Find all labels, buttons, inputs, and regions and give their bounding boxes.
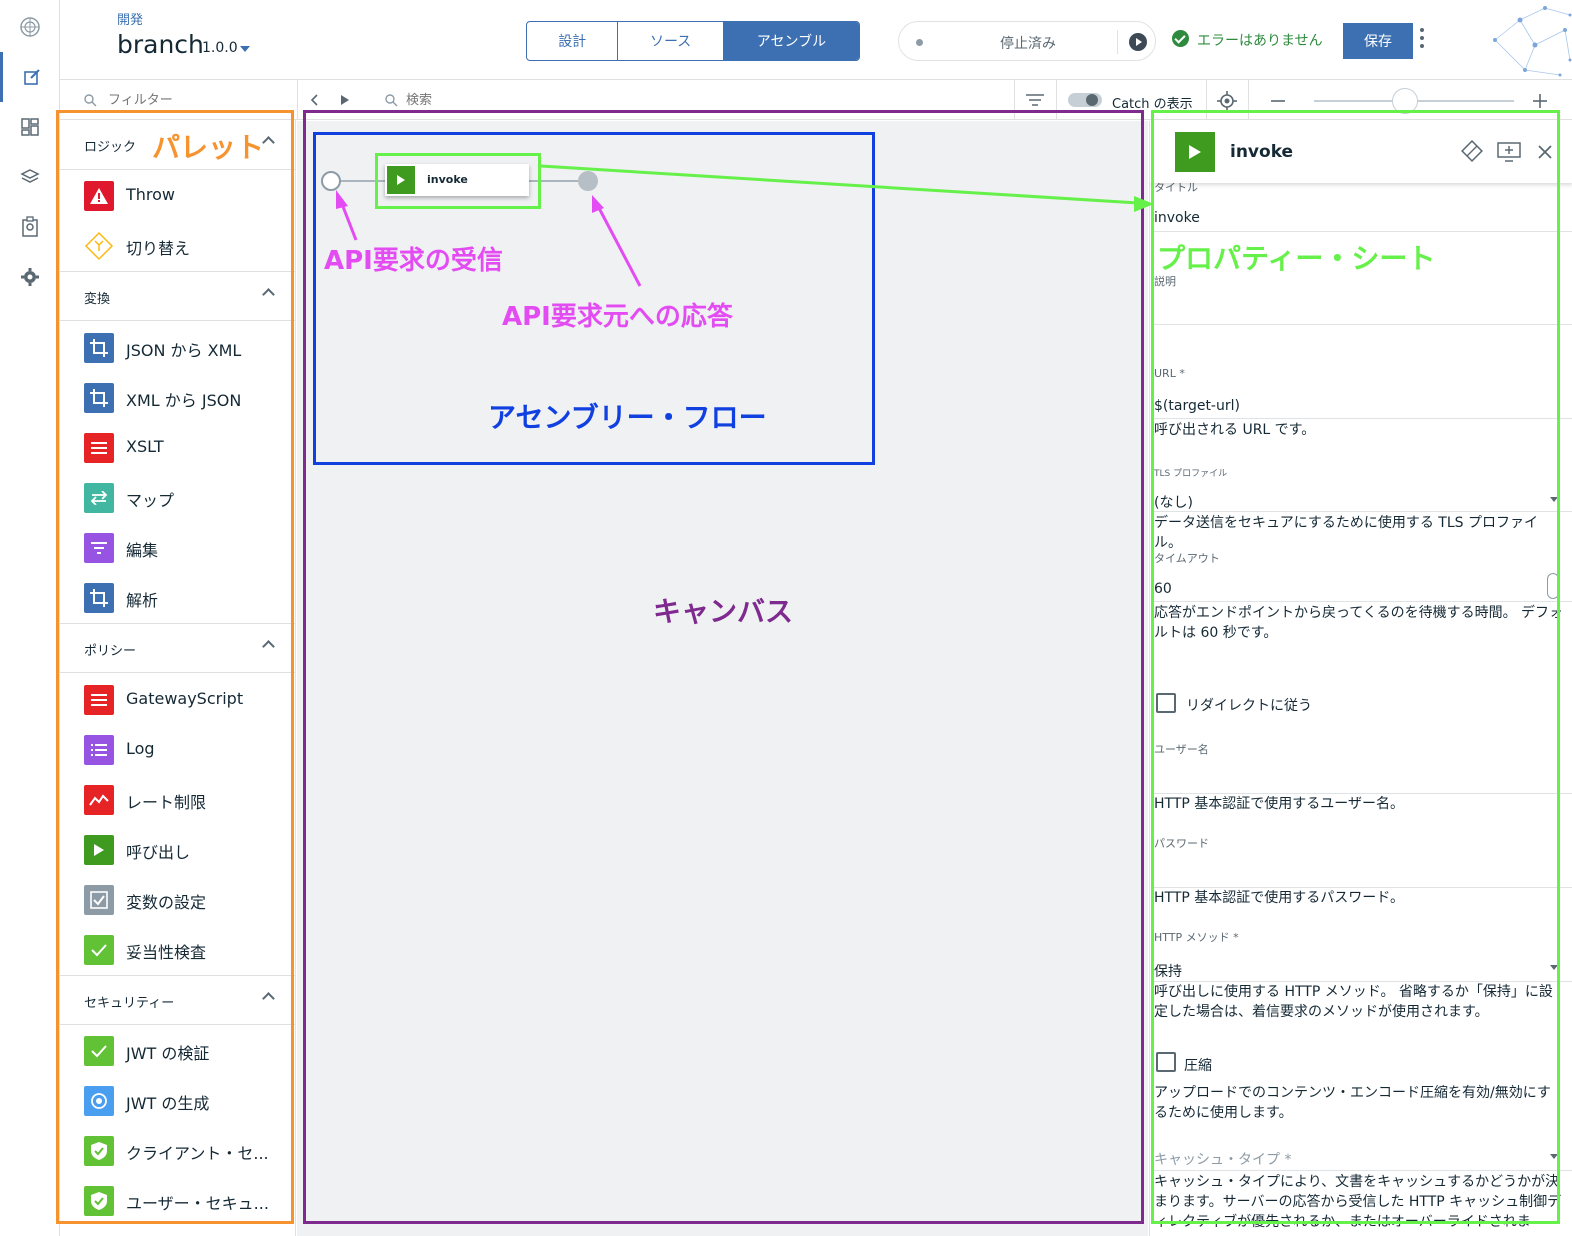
- respond-annotation: API要求元への応答: [502, 302, 733, 332]
- respond-arrow-icon: [592, 195, 642, 287]
- property-sheet-arrow-icon: [540, 164, 1154, 212]
- assembly-flow-annotation: アセンブリー・フロー: [488, 401, 767, 434]
- property-sheet-annotation: プロパティー・シート: [1157, 242, 1436, 275]
- receive-annotation: API要求の受信: [324, 246, 503, 276]
- palette-annotation: パレット: [152, 131, 265, 164]
- receive-arrow-icon: [336, 190, 358, 241]
- canvas-annotation: キャンバス: [653, 595, 794, 628]
